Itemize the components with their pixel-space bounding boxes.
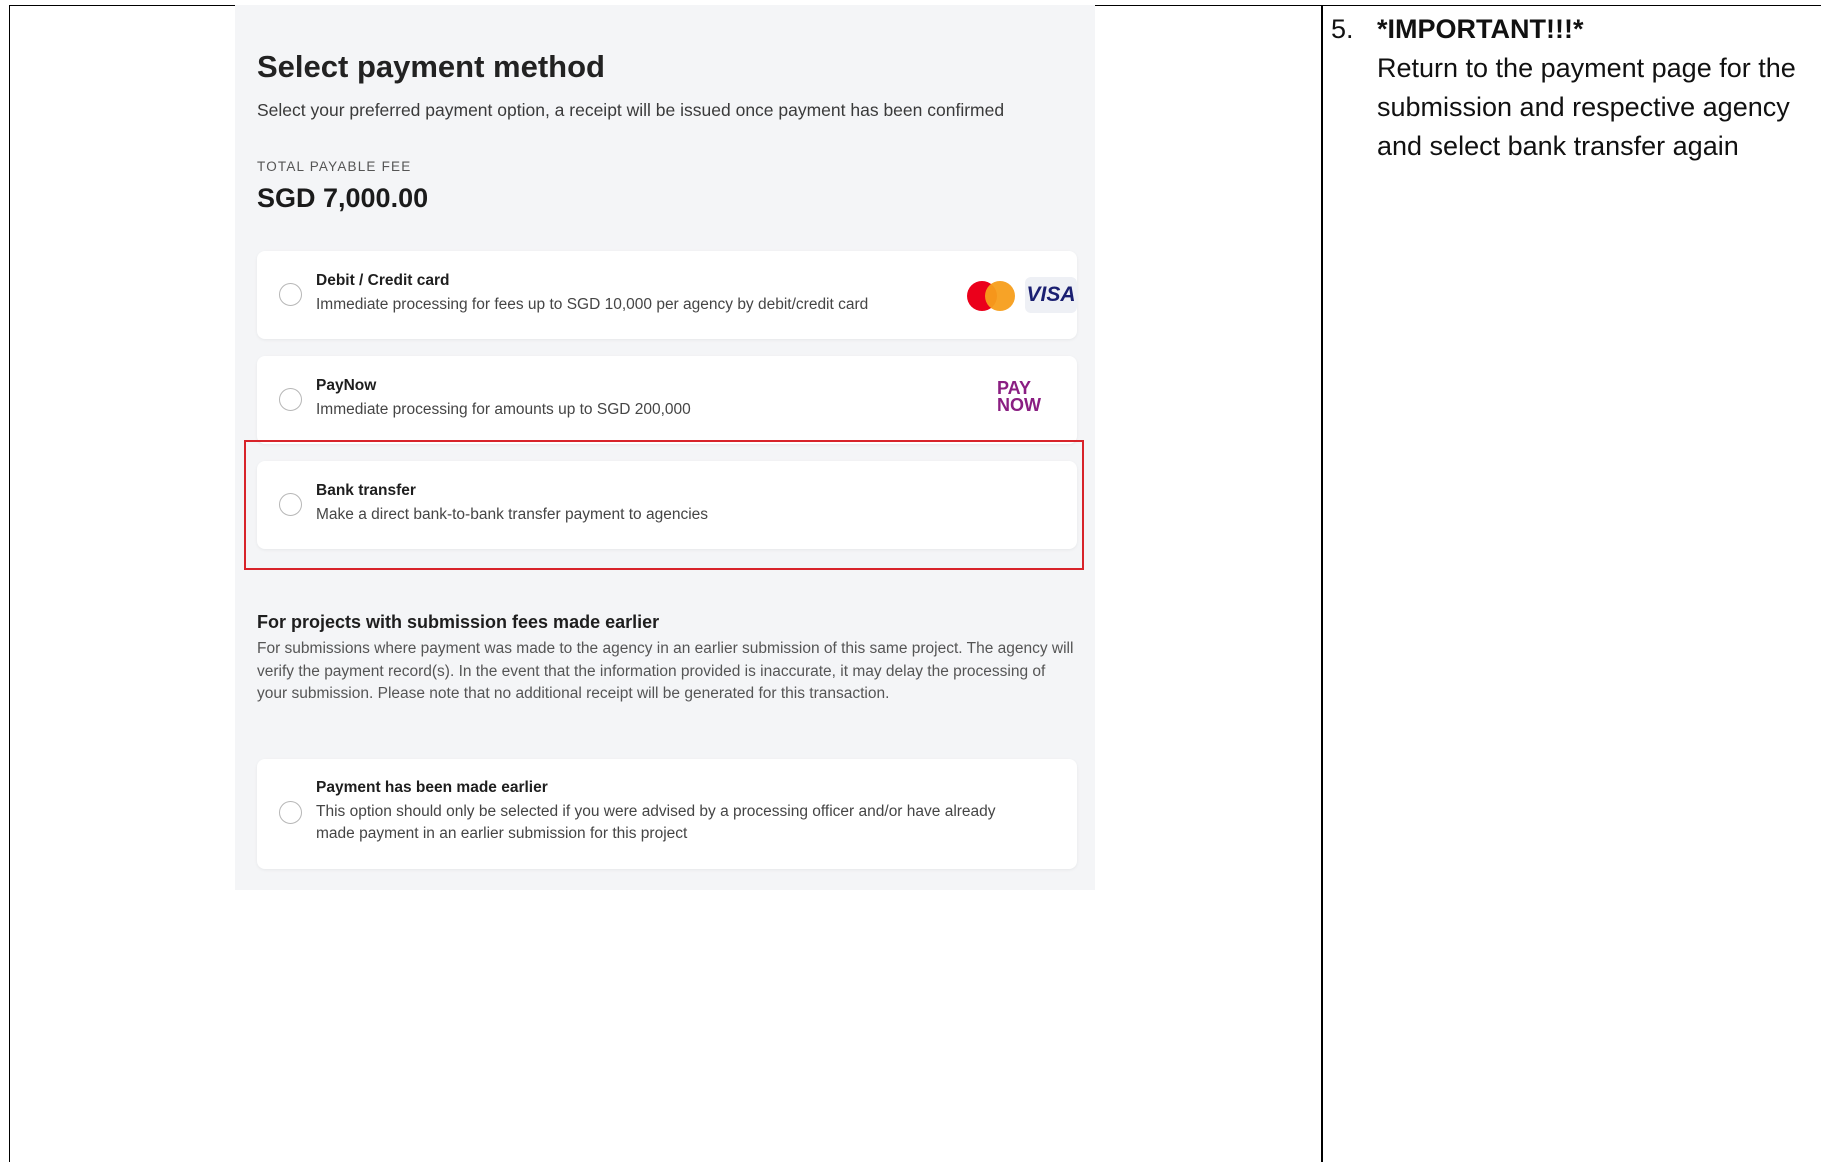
radio-payment-made-earlier[interactable]: [279, 801, 302, 824]
option-payment-made-earlier[interactable]: Payment has been made earlier This optio…: [257, 759, 1077, 869]
earlier-section-text: For submissions where payment was made t…: [257, 640, 1074, 702]
option-paynow[interactable]: PayNow Immediate processing for amounts …: [257, 356, 1077, 444]
mastercard-logo-icon: [967, 281, 1017, 311]
option-description: Immediate processing for amounts up to S…: [316, 401, 691, 418]
paynow-logo-icon: PAY NOW: [997, 379, 1055, 420]
option-title: PayNow: [316, 377, 377, 394]
radio-debit-credit-card[interactable]: [279, 283, 302, 306]
earlier-section-heading: For projects with submission fees made e…: [257, 612, 660, 632]
visa-logo: VISA: [1025, 277, 1077, 313]
radio-paynow[interactable]: [279, 388, 302, 411]
page-subtitle: Select your preferred payment option, a …: [257, 100, 1005, 120]
step-body: *IMPORTANT!!!* Return to the payment pag…: [1377, 10, 1807, 166]
option-description: This option should only be selected if y…: [316, 803, 996, 842]
option-title: Payment has been made earlier: [316, 779, 548, 796]
total-fee-amount: SGD 7,000.00: [257, 183, 429, 213]
step-number: 5.: [1331, 14, 1354, 44]
option-title: Debit / Credit card: [316, 272, 450, 289]
step-heading: *IMPORTANT!!!*: [1377, 14, 1584, 44]
option-debit-credit-card[interactable]: Debit / Credit card Immediate processing…: [257, 251, 1077, 339]
paynow-logo-bottom: NOW: [997, 395, 1041, 415]
table-column-divider: [1321, 5, 1323, 1162]
step-text: Return to the payment page for the submi…: [1377, 53, 1796, 161]
bank-transfer-highlight-box: [244, 440, 1084, 570]
total-fee-label: TOTAL PAYABLE FEE: [257, 159, 412, 174]
option-description: Immediate processing for fees up to SGD …: [316, 296, 869, 313]
page-title: Select payment method: [257, 49, 605, 84]
